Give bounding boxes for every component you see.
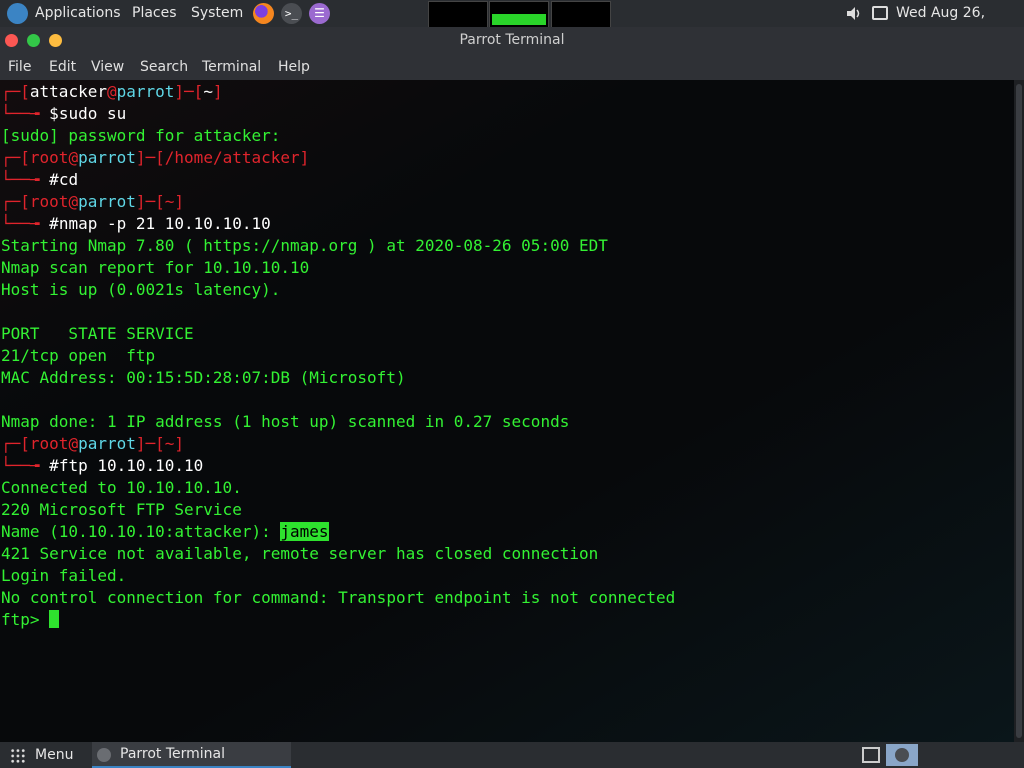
output-line: 421 Service not available, remote server… bbox=[1, 544, 599, 563]
output-line: 21/tcp open ftp bbox=[1, 346, 156, 365]
command-line: └──╼ #nmap -p 21 10.10.10.10 bbox=[1, 214, 271, 233]
output-line: Name (10.10.10.10:attacker): james bbox=[1, 522, 329, 541]
terminal-output[interactable]: ┌─[attacker@parrot]─[~] └──╼ $sudo su [s… bbox=[0, 80, 1014, 742]
display-icon[interactable] bbox=[872, 6, 888, 20]
menu-view[interactable]: View bbox=[91, 54, 124, 80]
memory-monitor[interactable] bbox=[489, 1, 549, 28]
parrot-logo-icon[interactable] bbox=[7, 3, 28, 24]
menu-file[interactable]: File bbox=[8, 54, 31, 80]
scrollbar-thumb[interactable] bbox=[1016, 84, 1022, 738]
prompt-line: ┌─[root@parrot]─[~] bbox=[1, 192, 185, 211]
output-line: PORT STATE SERVICE bbox=[1, 324, 194, 343]
command-line: └──╼ #cd bbox=[1, 170, 79, 189]
volume-icon[interactable] bbox=[846, 6, 862, 21]
places-menu[interactable]: Places bbox=[132, 0, 177, 27]
output-line: Nmap scan report for 10.10.10.10 bbox=[1, 258, 310, 277]
terminal-launcher-icon[interactable]: >_ bbox=[281, 3, 302, 24]
highlighted-username: james bbox=[280, 522, 329, 541]
top-panel: Applications Places System >_ ☰ Wed Aug … bbox=[0, 0, 1024, 48]
clock[interactable]: Wed Aug 26, 05:01 bbox=[896, 0, 1024, 48]
output-line: [sudo] password for attacker: bbox=[1, 126, 281, 145]
command-line: └──╼ $sudo su bbox=[1, 104, 127, 123]
menu-edit[interactable]: Edit bbox=[49, 54, 76, 80]
terminal-scrollbar[interactable] bbox=[1014, 80, 1024, 742]
output-line: Nmap done: 1 IP address (1 host up) scan… bbox=[1, 412, 570, 431]
notes-launcher-icon[interactable]: ☰ bbox=[309, 3, 330, 24]
menu-grid-icon[interactable] bbox=[10, 748, 26, 764]
command-line: └──╼ #ftp 10.10.10.10 bbox=[1, 456, 204, 475]
show-desktop-icon[interactable] bbox=[886, 744, 918, 766]
menu-button[interactable]: Menu bbox=[35, 742, 73, 768]
bottom-panel: Menu Parrot Terminal bbox=[0, 742, 1024, 768]
applications-menu[interactable]: Applications bbox=[35, 0, 121, 27]
system-menu[interactable]: System bbox=[191, 0, 243, 27]
window-title: Parrot Terminal bbox=[459, 32, 565, 48]
output-line: MAC Address: 00:15:5D:28:07:DB (Microsof… bbox=[1, 368, 406, 387]
menu-search[interactable]: Search bbox=[140, 54, 188, 80]
output-line: Host is up (0.0021s latency). bbox=[1, 280, 281, 299]
ftp-prompt-line[interactable]: ftp> bbox=[1, 609, 60, 631]
menu-terminal[interactable]: Terminal bbox=[202, 54, 261, 80]
prompt-line: ┌─[root@parrot]─[/home/attacker] bbox=[1, 148, 310, 167]
output-line: Connected to 10.10.10.10. bbox=[1, 478, 242, 497]
workspace-icon[interactable] bbox=[862, 747, 880, 763]
prompt-line: ┌─[root@parrot]─[~] bbox=[1, 434, 185, 453]
taskbar-terminal-button[interactable]: Parrot Terminal bbox=[92, 742, 291, 768]
network-monitor[interactable] bbox=[551, 1, 611, 28]
firefox-icon[interactable] bbox=[253, 3, 274, 24]
output-line: Starting Nmap 7.80 ( https://nmap.org ) … bbox=[1, 236, 608, 255]
output-line: No control connection for command: Trans… bbox=[1, 588, 676, 607]
prompt-line: ┌─[attacker@parrot]─[~] bbox=[1, 82, 223, 101]
menu-help[interactable]: Help bbox=[278, 54, 310, 80]
cpu-monitor[interactable] bbox=[428, 1, 488, 28]
taskbar-terminal-label: Parrot Terminal bbox=[120, 746, 226, 762]
title-bar: Parrot Terminal bbox=[0, 27, 1024, 54]
menu-bar: File Edit View Search Terminal Help bbox=[0, 54, 1024, 80]
text-cursor bbox=[49, 610, 60, 628]
output-line: 220 Microsoft FTP Service bbox=[1, 500, 242, 519]
terminal-icon bbox=[97, 748, 111, 762]
output-line: Login failed. bbox=[1, 566, 127, 585]
